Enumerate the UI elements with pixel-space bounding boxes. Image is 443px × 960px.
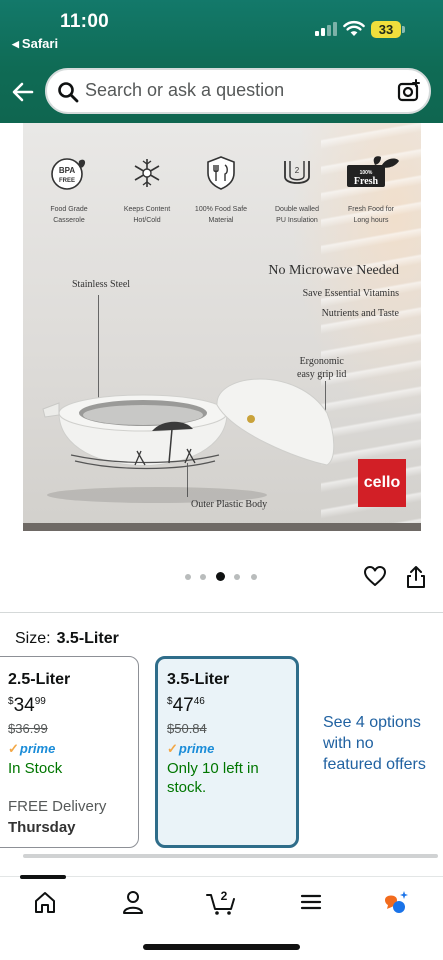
size-option-list-price: $50.84 xyxy=(167,721,207,736)
image-subline-2: Nutrients and Taste xyxy=(321,308,399,319)
share-icon[interactable] xyxy=(405,565,427,589)
cart-count: 2 xyxy=(221,889,228,903)
search-bar[interactable] xyxy=(45,68,431,114)
carousel-dot[interactable] xyxy=(251,574,257,580)
home-indicator xyxy=(143,944,300,950)
carousel-dot[interactable] xyxy=(234,574,240,580)
fresh-badge-line2: Fresh xyxy=(354,176,379,187)
feature-label: Double walled PU Insulation xyxy=(275,206,319,224)
active-tab-indicator xyxy=(20,875,66,879)
home-icon[interactable] xyxy=(30,888,60,916)
size-option-name: 2.5-Liter xyxy=(8,671,71,688)
feature-label: Food Grade Casserole xyxy=(50,206,88,224)
feature-food-safe: 100% Food Safe Material xyxy=(183,153,259,226)
account-icon[interactable] xyxy=(118,888,148,916)
prime-badge: ✓prime xyxy=(8,741,56,756)
feature-hot-cold: Keeps Content Hot/Cold xyxy=(109,153,185,226)
double-wall-badge: 2 xyxy=(295,166,300,175)
feature-double-walled: 2 Double walled PU Insulation xyxy=(259,153,335,226)
back-app-label: Safari xyxy=(21,36,59,51)
wifi-icon xyxy=(343,20,365,36)
counter-edge xyxy=(23,523,421,531)
search-icon xyxy=(58,82,79,103)
back-arrow-icon[interactable] xyxy=(10,79,36,105)
feature-bpa-free: BPA FREE Food Grade Casserole xyxy=(31,153,107,226)
bpa-badge-line1: BPA xyxy=(59,166,76,175)
bpa-badge-line2: FREE xyxy=(59,178,75,184)
size-option-3-5-liter-selected[interactable]: 3.5-Liter $4746 $50.84 ✓prime Only 10 le… xyxy=(155,656,299,848)
carousel-dot-active[interactable] xyxy=(216,572,225,581)
stock-status: In Stock xyxy=(8,760,63,777)
image-headline: No Microwave Needed xyxy=(268,263,399,278)
carousel-dot[interactable] xyxy=(185,574,191,580)
feature-label: 100% Food Safe Material xyxy=(194,206,248,224)
size-option-2-5-liter[interactable]: 2.5-Liter $3499 $36.99 ✓prime In Stock F… xyxy=(0,656,139,848)
cellular-signal-icon xyxy=(315,22,337,36)
shield-utensils-icon xyxy=(207,156,235,190)
product-image[interactable]: BPA FREE Food Grade Casserole Keeps Conte… xyxy=(23,123,421,531)
double-wall-icon: 2 xyxy=(284,161,310,184)
size-heading: Size: 3.5-Liter xyxy=(15,630,119,648)
feature-fresh-food: 100% Fresh Fresh Food for Long hours xyxy=(333,153,409,226)
menu-icon[interactable] xyxy=(296,888,326,916)
cart-icon[interactable]: 2 xyxy=(205,888,239,916)
feature-label: Keeps Content Hot/Cold xyxy=(123,206,171,224)
size-option-price: $3499 xyxy=(8,695,46,716)
heart-icon[interactable] xyxy=(363,564,387,588)
size-selected-value: 3.5-Liter xyxy=(56,630,119,647)
battery-tip xyxy=(402,26,405,33)
search-input[interactable] xyxy=(85,80,385,101)
bpa-free-icon: BPA FREE xyxy=(51,158,86,190)
stock-status: Only 10 left in stock. xyxy=(167,760,259,796)
image-subline-1: Save Essential Vitamins xyxy=(302,288,399,299)
back-to-safari-link[interactable]: ◀ Safari xyxy=(12,36,58,51)
see-more-options-link[interactable]: See 4 options with no featured offers xyxy=(323,712,433,775)
battery-icon: 33 xyxy=(371,21,401,38)
callout-stainless-steel: Stainless Steel xyxy=(72,279,131,290)
status-time: 11:00 xyxy=(60,11,110,32)
delivery-info: FREE Delivery Thursday xyxy=(8,798,107,836)
carousel-dot[interactable] xyxy=(200,574,206,580)
section-divider xyxy=(0,612,443,613)
snowflake-sun-icon xyxy=(134,159,160,187)
feature-label: Fresh Food for Long hours xyxy=(348,206,394,224)
casserole-illustration xyxy=(42,378,335,503)
camera-search-icon[interactable] xyxy=(397,79,421,103)
size-option-list-price: $36.99 xyxy=(8,721,48,736)
prime-badge: ✓prime xyxy=(167,741,215,756)
size-option-price: $4746 xyxy=(167,695,205,716)
fresh-leaf-icon: 100% Fresh xyxy=(347,156,399,187)
size-label: Size: xyxy=(15,630,51,647)
app-header: 11:00 ◀ Safari 33 xyxy=(0,0,443,123)
brand-logo: cello xyxy=(358,459,406,507)
horizontal-scrollbar[interactable] xyxy=(23,854,438,858)
rufus-icon[interactable] xyxy=(381,888,411,916)
size-option-name: 3.5-Liter xyxy=(167,671,230,688)
